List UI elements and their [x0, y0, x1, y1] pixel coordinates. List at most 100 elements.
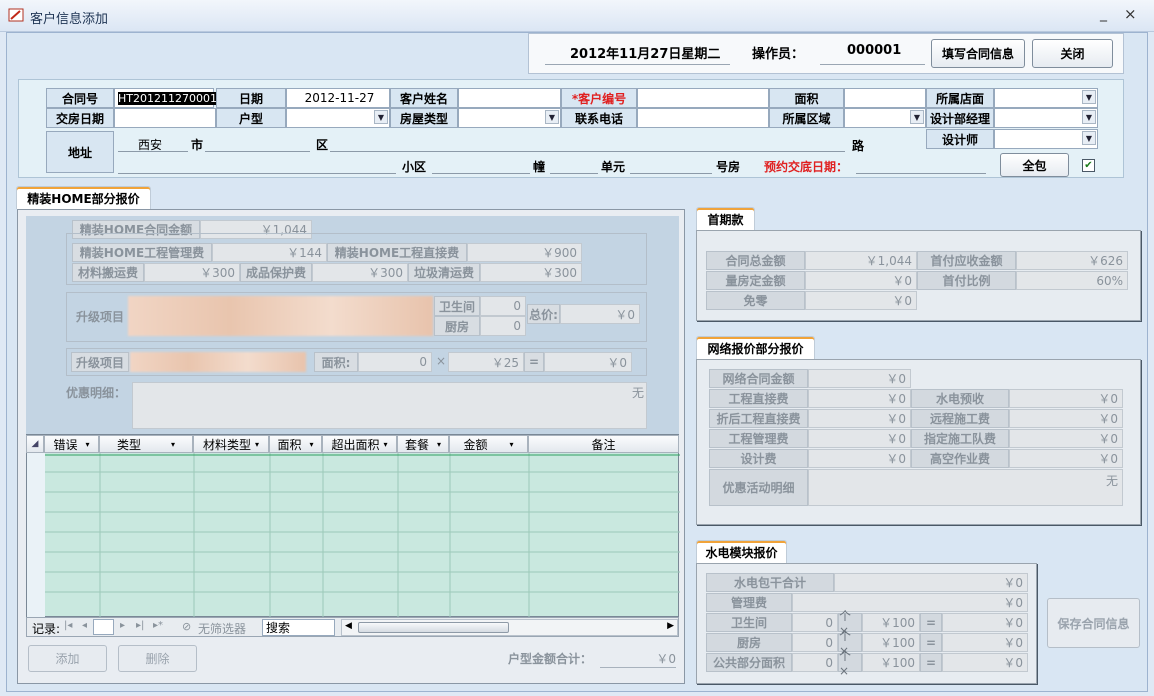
contract-no-field[interactable]: HT2012112700010 [114, 88, 224, 108]
save-contract-button[interactable]: 保存合同信息 [1047, 598, 1140, 648]
upgrade2-price-value: ￥25 [448, 352, 524, 372]
next-record-icon[interactable]: ▸ [120, 620, 125, 631]
fill-contract-button[interactable]: 填写合同信息 [931, 39, 1025, 68]
plumb-mgmt-label: 管理费 [706, 593, 792, 612]
discount-label: 优惠明细： [66, 386, 127, 400]
col-header-amount[interactable]: 金额 ▾ [449, 435, 528, 453]
net-discount-direct-value: ￥0 [808, 409, 911, 428]
plumb-row-unit: 个× [838, 649, 862, 678]
sort-arrow-icon: ▾ [255, 439, 260, 449]
col-material-text: 材料类型 [202, 437, 251, 452]
no-filter-button[interactable]: 无筛选器 [198, 620, 246, 637]
reserve-date-underline[interactable] [856, 173, 986, 174]
sort-arrow-icon: ▾ [85, 439, 90, 449]
customer-name-field[interactable] [458, 88, 561, 108]
col-header-excess-area[interactable]: 超出面积 ▾ [322, 435, 397, 453]
upgrade2-label: 升级项目 [71, 352, 129, 372]
fp-first-due-label: 首付应收金额 [917, 251, 1016, 270]
tab-network-quote[interactable]: 网络报价部分报价 [696, 336, 815, 359]
plumb-subtotal-value: ￥0 [834, 573, 1028, 592]
col-header-type[interactable]: 类型 ▾ [99, 435, 193, 453]
col-header-area[interactable]: 面积 ▾ [269, 435, 322, 453]
col-header-remarks[interactable]: 备注 [528, 435, 679, 453]
date-label: 日期 [216, 88, 286, 108]
upgrade-kitchen-value[interactable]: 0 [480, 316, 526, 336]
scrollbar-thumb[interactable] [358, 622, 509, 633]
grid-lines [27, 453, 680, 618]
plumb-row-result: ￥0 [942, 613, 1028, 632]
first-record-icon[interactable]: |◂ [64, 620, 72, 631]
room-type-label: 房屋类型 [390, 108, 458, 128]
upgrade-bathroom-value[interactable]: 0 [480, 296, 526, 316]
add-button[interactable]: 添加 [28, 645, 107, 672]
city-underline [118, 151, 188, 152]
region-select[interactable]: ▼ [844, 108, 926, 128]
contract-no-label: 合同号 [46, 88, 114, 108]
col-package-text: 套餐 [404, 437, 429, 452]
close-window-button[interactable]: × [1124, 5, 1137, 23]
last-record-icon[interactable]: ▸| [136, 620, 144, 631]
customer-no-field[interactable] [637, 88, 769, 108]
net-promo-value[interactable]: 无 [808, 469, 1123, 506]
plumb-row-count[interactable]: 0 [792, 633, 838, 652]
net-contract-label: 网络合同金额 [709, 369, 808, 388]
grid-select-all[interactable]: ◢ [26, 435, 44, 453]
room-type-select[interactable]: ▼ [458, 108, 561, 128]
net-direct-value: ￥0 [808, 389, 911, 408]
phone-field[interactable] [637, 108, 769, 128]
close-button[interactable]: 关闭 [1032, 39, 1113, 68]
plumb-row-count[interactable]: 0 [792, 653, 838, 672]
upgrade2-area-label: 面积: [314, 352, 358, 372]
plumb-row-price: ￥100 [862, 613, 920, 632]
sort-arrow-icon: ▾ [309, 439, 314, 449]
record-number-input[interactable] [93, 619, 114, 635]
store-select[interactable]: ▼ [994, 88, 1098, 108]
road-underline [330, 151, 845, 152]
upgrade2-item-redacted[interactable] [130, 352, 306, 372]
discount-field[interactable] [132, 382, 647, 429]
col-header-error[interactable]: 错误 ▾ [44, 435, 99, 453]
tab-home-quote[interactable]: 精装HOME部分报价 [16, 186, 151, 209]
net-design-label: 设计费 [709, 449, 808, 468]
upgrade2-area-value[interactable]: 0 [358, 352, 432, 372]
area-field[interactable] [844, 88, 926, 108]
direct-fee-value: ￥900 [467, 243, 582, 262]
plumb-row-label: 卫生间 [706, 613, 792, 632]
area-label: 面积 [769, 88, 844, 108]
col-remarks-text: 备注 [591, 437, 616, 452]
designer-label: 设计师 [926, 129, 994, 149]
handover-date-field[interactable] [114, 108, 216, 128]
fp-measure-label: 量房定金额 [706, 271, 805, 290]
delete-button[interactable]: 删除 [118, 645, 197, 672]
upgrade-items-redacted[interactable] [128, 296, 433, 336]
chevron-down-icon: ▼ [910, 110, 924, 124]
net-high-label: 高空作业费 [911, 449, 1009, 468]
times-sign: × [436, 354, 447, 368]
grid-search-input[interactable]: 搜索 [262, 619, 335, 636]
net-discount-direct-label: 折后工程直接费 [709, 409, 808, 428]
col-header-package[interactable]: 套餐 ▾ [397, 435, 449, 453]
chevron-down-icon: ▼ [545, 110, 559, 124]
scroll-right-icon[interactable]: ▶ [667, 621, 674, 631]
net-water-label: 水电预收 [911, 389, 1009, 408]
quote-items-grid[interactable] [26, 434, 680, 618]
scroll-left-icon[interactable]: ◀ [345, 621, 352, 631]
handover-date-label: 交房日期 [46, 108, 114, 128]
tab-first-payment[interactable]: 首期款 [696, 207, 755, 230]
minimize-button[interactable]: _ [1100, 6, 1107, 22]
tab-plumbing-quote[interactable]: 水电模块报价 [696, 540, 787, 563]
house-type-select[interactable]: ▼ [286, 108, 390, 128]
designer-select[interactable]: ▼ [994, 129, 1098, 149]
community-underline [118, 173, 396, 174]
horizontal-scrollbar[interactable]: ◀ ▶ [341, 619, 678, 636]
plumb-row-eq: = [920, 633, 942, 652]
full-package-button[interactable]: 全包 [1000, 153, 1069, 177]
new-record-icon[interactable]: ▸* [153, 620, 163, 631]
room-unit: 号房 [716, 160, 741, 174]
full-package-checkbox[interactable]: ✔ [1082, 159, 1095, 172]
col-header-material[interactable]: 材料类型 ▾ [193, 435, 269, 453]
design-manager-select[interactable]: ▼ [994, 108, 1098, 128]
plumb-row-count[interactable]: 0 [792, 613, 838, 632]
date-field[interactable]: 2012-11-27 [286, 88, 390, 108]
prev-record-icon[interactable]: ◂ [82, 620, 87, 631]
